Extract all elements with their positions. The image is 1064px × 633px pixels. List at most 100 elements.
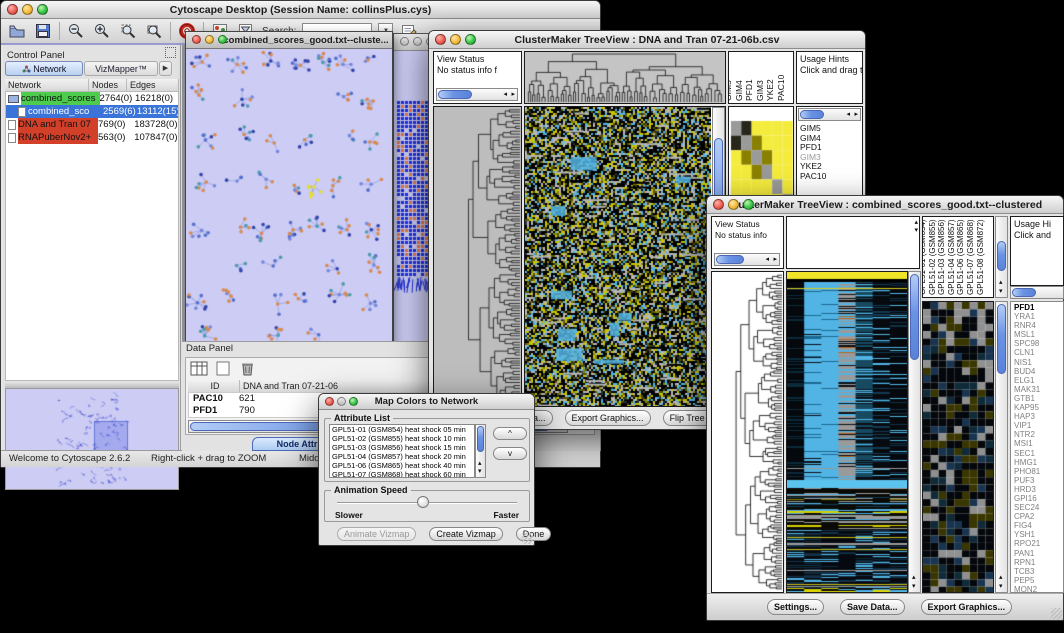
attribute-select-icon[interactable] (190, 361, 210, 382)
scroll-down-arrow[interactable]: ▾ (999, 288, 1003, 296)
close-button[interactable] (325, 397, 334, 406)
zoom-fit-icon[interactable] (144, 21, 164, 41)
gene-label[interactable]: HMG1 (1014, 458, 1040, 467)
attribute-item[interactable]: GPL51-03 (GSM856) heat shock 15 min (330, 443, 474, 452)
resize-grip[interactable] (1051, 608, 1062, 619)
float-panel-icon[interactable] (165, 47, 176, 58)
gene-label[interactable]: SPC98 (1014, 339, 1040, 348)
zoom-window-button[interactable] (743, 199, 754, 210)
view-status-hscrollbar[interactable]: ◂ ▸ (714, 253, 780, 266)
gene-label[interactable]: GTB1 (1014, 394, 1040, 403)
treeview2-titlebar[interactable]: ClusterMaker TreeView : combined_scores_… (707, 196, 1063, 214)
close-button[interactable] (400, 37, 409, 46)
close-button[interactable] (435, 34, 446, 45)
attribute-item[interactable]: GPL51-01 (GSM854) heat shock 05 min (330, 425, 474, 434)
scroll-down-arrow[interactable]: ▾ (478, 468, 482, 476)
scroll-thumb[interactable] (438, 90, 472, 99)
gene-label[interactable]: YSH1 (1014, 530, 1040, 539)
zoom-heatmap-panel[interactable] (922, 301, 994, 593)
combined_sco[interactable]: combined_sco 2569(6) 13112(15) (6, 105, 178, 118)
minimize-button[interactable] (22, 4, 33, 15)
scroll-thumb[interactable] (1012, 288, 1036, 297)
attribute-item[interactable]: GPL51-02 (GSM855) heat shock 10 min (330, 434, 474, 443)
global-heatmap-panel[interactable] (786, 271, 908, 593)
network-view-canvas[interactable] (186, 49, 392, 357)
heatmap-vscrollbar[interactable]: ▴ ▾ (908, 271, 921, 593)
zoom-window-button[interactable] (349, 397, 358, 406)
scroll-right-arrow[interactable]: ▸ (773, 256, 777, 264)
scroll-up-arrow[interactable]: ▴ (999, 279, 1003, 287)
gene-label[interactable]: GPI16 (1014, 494, 1040, 503)
gene-label[interactable]: MON2 (1014, 585, 1040, 593)
zoom-selected-icon[interactable] (118, 21, 138, 41)
minimize-button[interactable] (205, 35, 214, 44)
attribute-item[interactable]: GPL51-06 (GSM865) heat shock 40 min (330, 461, 474, 470)
global-heatmap-panel[interactable] (524, 106, 726, 407)
column-dendrogram-canvas[interactable] (525, 52, 725, 103)
gene-label[interactable]: KAP95 (1014, 403, 1040, 412)
tab-overflow-arrow[interactable]: ▶ (159, 61, 172, 76)
scroll-left-arrow[interactable]: ◂ (846, 111, 850, 119)
network-overview-canvas[interactable] (6, 389, 178, 489)
scroll-left-arrow[interactable]: ◂ (503, 91, 507, 99)
minimize-button[interactable] (450, 34, 461, 45)
zoom-window-button[interactable] (37, 4, 48, 15)
gene-label[interactable]: YRA1 (1014, 312, 1040, 321)
gene-label[interactable]: RNR4 (1014, 321, 1040, 330)
gene-label[interactable]: CLN1 (1014, 348, 1040, 357)
settings-button[interactable]: Settings... (767, 599, 824, 615)
scroll-up-arrow[interactable]: ▴ (478, 460, 482, 468)
attribute-item[interactable]: GPL51-04 (GSM857) heat shock 20 min (330, 452, 474, 461)
column-dendrogram-panel[interactable]: ▴ ▾ (786, 216, 920, 269)
close-button[interactable] (713, 199, 724, 210)
column-dendrogram-panel[interactable] (524, 51, 726, 104)
gene-label[interactable]: ELG1 (1014, 376, 1040, 385)
zoom-in-icon[interactable] (92, 21, 112, 41)
network-overview-panel[interactable] (5, 388, 179, 490)
zoom-window-button[interactable] (465, 34, 476, 45)
gene-label[interactable]: PAC10 (800, 172, 826, 182)
gene-label[interactable]: CPA2 (1014, 512, 1040, 521)
gene-label[interactable]: PUF3 (1014, 476, 1040, 485)
resize-grip[interactable] (522, 533, 533, 544)
array-labels-panel[interactable]: GPL51-01 (GSM854)GPL51-02 (GSM855)GPL51-… (922, 216, 994, 298)
speed-slider-thumb[interactable] (417, 496, 429, 508)
minimize-button[interactable] (728, 199, 739, 210)
save-data-button-2[interactable]: Save Data... (840, 599, 905, 615)
move-down-button[interactable]: v (493, 447, 527, 460)
attribute-vscrollbar[interactable]: ▴ ▾ (475, 424, 486, 478)
create-vizmap-button[interactable]: Create Vizmap (429, 527, 502, 541)
close-button[interactable] (7, 4, 18, 15)
close-button[interactable] (192, 35, 201, 44)
scroll-thumb[interactable] (477, 426, 484, 452)
gene-label[interactable]: MSL1 (1014, 330, 1040, 339)
gene-label[interactable]: PFD1 (1014, 303, 1040, 312)
gene-label[interactable]: MSI1 (1014, 439, 1040, 448)
gene-vscrollbar[interactable]: ▴ ▾ (995, 301, 1008, 593)
array-labels-panel[interactable]: GIM5GIM4PFD1GIM3YKE2PAC10 (728, 51, 794, 104)
gene-label[interactable]: SEC24 (1014, 503, 1040, 512)
scroll-down-arrow[interactable]: ▾ (999, 583, 1003, 591)
tab-vizmapper[interactable]: VizMapper™ (84, 61, 158, 76)
global-heatmap-canvas[interactable] (525, 107, 711, 406)
scroll-down-arrow[interactable]: ▾ (914, 227, 918, 235)
labels-hscrollbar[interactable]: ◂ ▸ (798, 108, 861, 121)
open-session-icon[interactable] (7, 21, 27, 41)
gene-label[interactable]: TCB3 (1014, 567, 1040, 576)
scroll-up-arrow[interactable]: ▴ (999, 574, 1003, 582)
scroll-up-arrow[interactable]: ▴ (912, 574, 916, 582)
dialog-titlebar[interactable]: Map Colors to Network (319, 394, 534, 410)
move-up-button[interactable]: ^ (493, 427, 527, 440)
scroll-left-arrow[interactable]: ◂ (765, 256, 769, 264)
tab-network[interactable]: Network (5, 61, 83, 76)
gene-label[interactable]: BUD4 (1014, 367, 1040, 376)
minimize-button[interactable] (413, 37, 422, 46)
gene-label[interactable]: HAP3 (1014, 412, 1040, 421)
scroll-thumb[interactable] (716, 255, 744, 264)
scroll-thumb[interactable] (910, 274, 919, 360)
row-dendrogram-canvas[interactable] (712, 272, 783, 592)
array-labels-vscrollbar[interactable]: ▴ ▾ (995, 216, 1008, 298)
DNA and Tran 07[interactable]: DNA and Tran 07 769(0) 183728(0) (6, 118, 178, 131)
RNAPuberNov2+[interactable]: RNAPuberNov2+ 563(0) 107847(0) (6, 131, 178, 144)
gene-label[interactable]: MAK31 (1014, 385, 1040, 394)
